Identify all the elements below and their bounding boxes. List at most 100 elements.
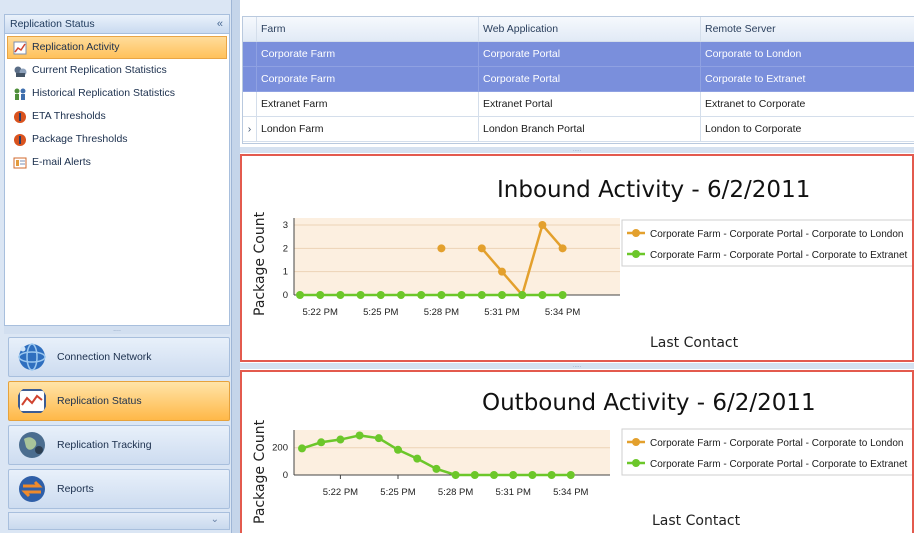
outbound-activity-chart: Outbound Activity - 6/2/2011 Last Contac…: [252, 390, 912, 529]
cell-remote-server[interactable]: Extranet to Corporate: [701, 92, 914, 117]
nav-item-replication-activity[interactable]: Replication Activity: [7, 36, 227, 59]
reports-button[interactable]: Reports: [8, 469, 230, 509]
chart-splitter[interactable]: .....: [240, 363, 914, 369]
x-tick-label-2: 5:28 PM: [438, 487, 473, 498]
tracking-globe-icon: [19, 432, 45, 458]
row-indicator-header: [243, 17, 257, 42]
inbound-activity-chart: Inbound Activity - 6/2/2011 Last Contact…: [252, 177, 912, 351]
table-row[interactable]: › London Farm London Branch Portal Londo…: [243, 117, 914, 142]
legend-label-1: Corporate Farm - Corporate Portal - Corp…: [650, 459, 908, 470]
pane-header: Replication Status «: [4, 14, 230, 34]
data-point-1-2: [336, 291, 345, 299]
cell-farm[interactable]: Corporate Farm: [257, 67, 479, 92]
replication-status-button[interactable]: Replication Status: [8, 381, 230, 421]
table-row[interactable]: Corporate Farm Corporate Portal Corporat…: [243, 42, 914, 67]
nav-item-package-thresholds[interactable]: Package Thresholds: [5, 128, 229, 151]
cell-web-application[interactable]: Extranet Portal: [479, 92, 701, 117]
threshold-icon: [14, 110, 26, 123]
legend-swatch-marker-0: [632, 438, 640, 446]
chevron-down-icon[interactable]: ⌄: [211, 514, 219, 525]
data-point-1-0: [298, 444, 306, 453]
cell-remote-server[interactable]: Corporate to Extranet: [701, 67, 914, 92]
current-row-indicator: ›: [243, 117, 257, 142]
connection-network-button[interactable]: Connection Network: [8, 337, 230, 377]
nav-item-label: Package Thresholds: [32, 133, 128, 145]
cell-farm[interactable]: Extranet Farm: [257, 92, 479, 117]
pane-splitter[interactable]: ....: [4, 326, 230, 334]
big-button-label: Replication Tracking: [57, 439, 152, 451]
data-point-0-9: [477, 244, 486, 253]
cell-remote-server[interactable]: Corporate to London: [701, 42, 914, 67]
collapse-pane-button[interactable]: «: [217, 15, 223, 33]
nav-item-email-alerts[interactable]: E-mail Alerts: [5, 151, 229, 174]
data-point-0-10: [498, 267, 506, 276]
big-button-label: Connection Network: [57, 351, 152, 363]
data-point-1-14: [566, 471, 575, 479]
data-point-1-7: [432, 464, 441, 473]
row-indicator: [243, 92, 257, 117]
data-point-1-9: [477, 291, 486, 299]
data-point-1-1: [316, 291, 325, 299]
cell-farm[interactable]: Corporate Farm: [257, 42, 479, 67]
cell-web-application[interactable]: Corporate Portal: [479, 42, 701, 67]
data-point-1-3: [356, 291, 365, 299]
data-point-1-1: [317, 438, 326, 447]
nav-item-current-replication-statistics[interactable]: Current Replication Statistics: [5, 59, 229, 82]
x-tick-label-3: 5:31 PM: [484, 307, 519, 318]
status-monitor-icon: [18, 389, 46, 413]
nav-item-historical-replication-statistics[interactable]: Historical Replication Statistics: [5, 82, 229, 105]
replication-grid: Farm Web Application Remote Server Corpo…: [242, 16, 914, 144]
data-point-1-0: [296, 291, 304, 299]
cell-remote-server[interactable]: London to Corporate: [701, 117, 914, 142]
data-point-1-6: [417, 291, 426, 299]
data-point-1-5: [394, 445, 402, 454]
data-point-1-4: [374, 434, 383, 443]
x-axis-title: Last Contact: [650, 335, 739, 351]
x-tick-label-0: 5:22 PM: [323, 487, 358, 498]
data-point-1-13: [547, 471, 556, 479]
data-point-1-12: [528, 471, 537, 479]
column-header-web-application[interactable]: Web Application: [479, 17, 701, 42]
data-point-1-10: [498, 291, 506, 299]
nav-item-label: ETA Thresholds: [32, 110, 106, 122]
cell-farm[interactable]: London Farm: [257, 117, 479, 142]
y-tick-label-0: 0: [283, 470, 288, 481]
table-row[interactable]: Extranet Farm Extranet Portal Extranet t…: [243, 92, 914, 117]
legend-swatch-marker-0: [632, 229, 640, 237]
y-tick-label-0: 0: [283, 290, 288, 301]
y-axis-title: Package Count: [252, 211, 268, 316]
cell-web-application[interactable]: Corporate Portal: [479, 67, 701, 92]
pane-header-title: Replication Status: [10, 18, 95, 30]
data-point-1-5: [397, 291, 405, 299]
nav-item-label: Current Replication Statistics: [32, 64, 167, 76]
left-navigation-pane: Replication Status « Replication Activit…: [0, 0, 232, 533]
legend-swatch-marker-1: [632, 459, 640, 467]
x-tick-label-0: 5:22 PM: [303, 307, 338, 318]
y-tick-label-3: 3: [283, 220, 288, 231]
x-tick-label-3: 5:31 PM: [496, 487, 531, 498]
grid-chart-splitter[interactable]: .....: [240, 147, 914, 153]
nav-item-label: Historical Replication Statistics: [32, 87, 175, 99]
history-icon: [14, 88, 26, 100]
big-button-label: Reports: [57, 483, 94, 495]
data-point-1-10: [490, 471, 498, 479]
data-point-1-11: [509, 471, 518, 479]
data-point-1-8: [457, 291, 466, 299]
nav-item-eta-thresholds[interactable]: ETA Thresholds: [5, 105, 229, 128]
y-tick-label-1: 1: [283, 267, 288, 278]
x-tick-label-2: 5:28 PM: [424, 307, 459, 318]
cell-web-application[interactable]: London Branch Portal: [479, 117, 701, 142]
replication-tracking-button[interactable]: Replication Tracking: [8, 425, 230, 465]
column-header-farm[interactable]: Farm: [257, 17, 479, 42]
table-row[interactable]: Corporate Farm Corporate Portal Corporat…: [243, 67, 914, 92]
row-indicator: [243, 42, 257, 67]
x-tick-label-1: 5:25 PM: [380, 487, 415, 498]
vertical-splitter[interactable]: [232, 0, 240, 533]
column-header-remote-server[interactable]: Remote Server: [701, 17, 914, 42]
data-point-1-4: [376, 291, 385, 299]
data-point-0-12: [538, 221, 547, 229]
nav-item-label: E-mail Alerts: [32, 156, 91, 168]
data-point-1-7: [437, 291, 446, 299]
legend-label-0: Corporate Farm - Corporate Portal - Corp…: [650, 229, 903, 240]
row-indicator: [243, 67, 257, 92]
